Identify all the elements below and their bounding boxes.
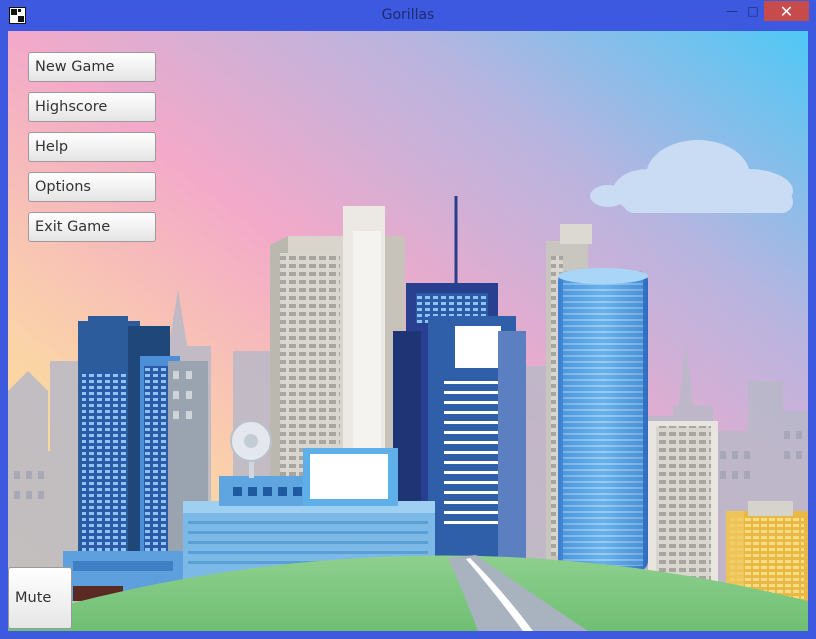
mute-button[interactable]: Mute [8, 567, 72, 629]
options-button[interactable]: Options [28, 172, 156, 202]
close-button[interactable]: ✕ [764, 1, 809, 21]
building-glass-cylinder [546, 224, 648, 571]
window-title: Gorillas [381, 7, 435, 23]
maximize-button[interactable]: □ [740, 1, 766, 21]
building-right-white [648, 421, 718, 591]
app-window: Gorillas — □ ✕ New Game Highscore Help O… [0, 0, 816, 639]
title-bar[interactable]: Gorillas — □ ✕ [0, 0, 816, 31]
exit-game-button[interactable]: Exit Game [28, 212, 156, 242]
highscore-button[interactable]: Highscore [28, 92, 156, 122]
help-button[interactable]: Help [28, 132, 156, 162]
building-left-tower [78, 316, 180, 566]
building-blue-billboard [428, 316, 526, 574]
new-game-button[interactable]: New Game [28, 52, 156, 82]
